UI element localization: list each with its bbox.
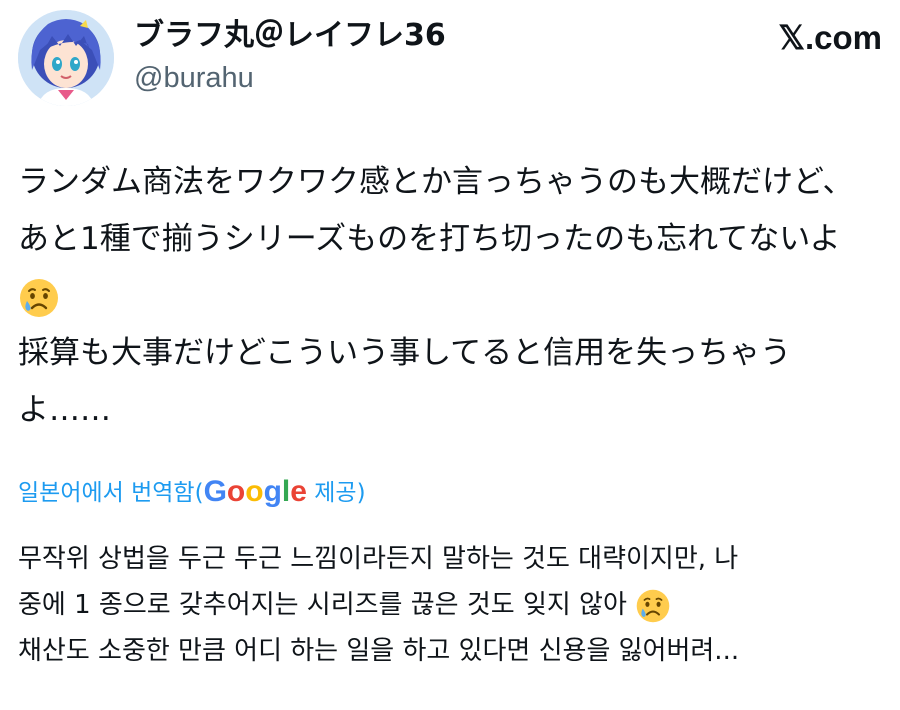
tweet-line: ランダム商法をワクワク感とか言っちゃうのも大概だけど、 bbox=[18, 164, 854, 200]
translated-line-with-emoji: 중에 1 종으로 갖추어지는 시리즈를 끊은 것도 잊지 않아 bbox=[18, 582, 888, 628]
translated-line: 무작위 상법을 두근 두근 느낌이라든지 말하는 것도 대략이지만, 나 bbox=[18, 544, 739, 574]
tweet-header: ブラフ丸＠レイフレ36 @burahu 𝕏.com bbox=[18, 10, 882, 106]
author-names: ブラフ丸＠レイフレ36 @burahu bbox=[134, 16, 446, 98]
translated-text: 무작위 상법을 두근 두근 느낌이라든지 말하는 것도 대략이지만, 나 중에 … bbox=[18, 536, 888, 674]
translation-prefix: 일본어에서 번역함( bbox=[18, 480, 204, 506]
user-handle[interactable]: @burahu bbox=[134, 58, 446, 98]
tweet-line: あと1種で揃うシリーズものを打ち切ったのも忘れてないよ bbox=[18, 221, 841, 257]
translation-suffix: 제공) bbox=[306, 480, 366, 506]
translated-line: 중에 1 종으로 갖추어지는 시리즈를 끊은 것도 잊지 않아 bbox=[18, 590, 627, 620]
translated-line: 채산도 소중한 만큼 어디 하는 일을 하고 있다면 신용을 잃어버려... bbox=[18, 636, 740, 666]
translation-attribution[interactable]: 일본어에서 번역함(Google 제공) bbox=[18, 472, 366, 512]
crying-face-emoji-icon bbox=[18, 277, 60, 319]
tweet-emoji-line bbox=[18, 268, 888, 325]
x-logo[interactable]: 𝕏.com bbox=[778, 18, 882, 58]
tweet-line: 採算も大事だけどこういう事してると信用を失っちゃう bbox=[18, 335, 792, 371]
tweet-line: よ…… bbox=[18, 392, 111, 428]
avatar-anime-character-icon bbox=[18, 10, 114, 106]
avatar[interactable] bbox=[18, 10, 114, 106]
google-logo: Google bbox=[203, 475, 307, 508]
tweet-text: ランダム商法をワクワク感とか言っちゃうのも大概だけど、 あと1種で揃うシリーズも… bbox=[18, 154, 888, 439]
crying-face-emoji-icon bbox=[635, 588, 671, 624]
display-name[interactable]: ブラフ丸＠レイフレ36 bbox=[134, 16, 446, 56]
